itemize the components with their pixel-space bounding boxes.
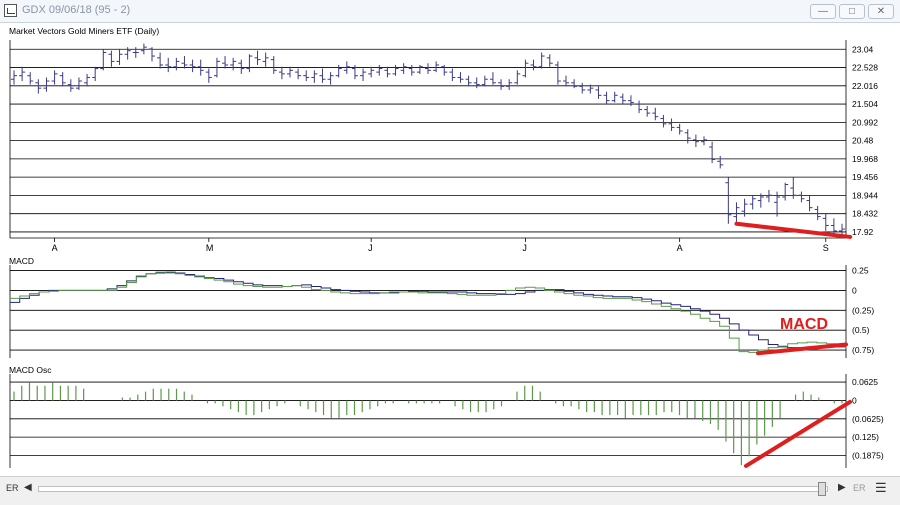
price-tick-label: 22.016 — [852, 81, 878, 91]
scroll-left-arrow-icon[interactable]: ◀ — [24, 482, 32, 493]
price-tick-label: 19.456 — [852, 172, 878, 182]
osc-tick-label: 0 — [852, 395, 857, 405]
price-tick-label: 20.992 — [852, 117, 878, 127]
window-title: GDX 09/06/18 (95 - 2) — [22, 4, 131, 16]
price-tick-label: 18.432 — [852, 209, 878, 219]
scroll-right-label[interactable]: ER — [853, 483, 866, 493]
osc-panel: MACD Osc 0.0625 0 (0.0625) (0.125) (0.1875) — [9, 365, 884, 468]
scroll-left-label[interactable]: ER — [6, 483, 19, 493]
macd-tick-label: (0.75) — [852, 345, 874, 355]
price-title: Market Vectors Gold Miners ETF (Daily) — [9, 26, 159, 36]
minimize-button[interactable]: — — [810, 4, 836, 19]
x-month-label: J — [522, 243, 527, 253]
scroll-right-arrow-icon[interactable]: ▶ — [838, 482, 846, 493]
x-month-label: A — [677, 243, 683, 253]
menu-icon[interactable]: ☰ — [875, 480, 887, 496]
x-month-label: A — [52, 243, 58, 253]
price-tick-label: 17.92 — [852, 227, 874, 237]
price-tick-label: 20.48 — [852, 136, 874, 146]
osc-tick-label: (0.125) — [852, 432, 879, 442]
macd-tick-label: (0.25) — [852, 305, 874, 315]
horizontal-scrollbar[interactable]: ER ◀ ▶ ER ☰ — [0, 476, 900, 505]
macd-tick-label: (0.5) — [852, 325, 870, 335]
chart-panels: Market Vectors Gold Miners ETF (Daily) 2… — [9, 26, 884, 468]
osc-tick-label: 0.0625 — [852, 377, 878, 387]
price-tick-label: 18.944 — [852, 190, 878, 200]
price-tick-label: 22.528 — [852, 63, 878, 73]
close-button[interactable]: ✕ — [868, 4, 894, 19]
osc-uptrend-line — [744, 399, 852, 468]
maximize-button[interactable]: □ — [839, 4, 865, 19]
price-tick-label: 23.04 — [852, 44, 874, 54]
x-month-label: M — [206, 243, 214, 253]
scroll-track[interactable] — [38, 486, 828, 492]
signal-line — [10, 271, 847, 353]
window-titlebar: GDX 09/06/18 (95 - 2) — □ ✕ — [0, 0, 900, 23]
macd-tick-label: 0 — [852, 285, 857, 295]
macd-uptrend-line — [756, 342, 848, 356]
osc-tick-label: (0.1875) — [852, 451, 884, 461]
macd-tick-label: 0.25 — [852, 266, 869, 276]
osc-title: MACD Osc — [9, 365, 52, 375]
x-month-label: S — [823, 243, 829, 253]
price-tick-label: 21.504 — [852, 99, 878, 109]
macd-title: MACD — [9, 256, 34, 266]
chart-app-icon — [4, 4, 17, 17]
x-month-label: J — [368, 243, 373, 253]
macd-annotation-label: MACD — [780, 316, 828, 333]
price-panel: Market Vectors Gold Miners ETF (Daily) 2… — [9, 26, 878, 253]
price-tick-label: 19.968 — [852, 154, 878, 164]
osc-tick-label: (0.0625) — [852, 414, 884, 424]
macd-panel: MACD 0.25 0 (0.25) (0.5) (0.75) MACD — [9, 256, 874, 358]
scroll-thumb[interactable] — [818, 482, 826, 496]
